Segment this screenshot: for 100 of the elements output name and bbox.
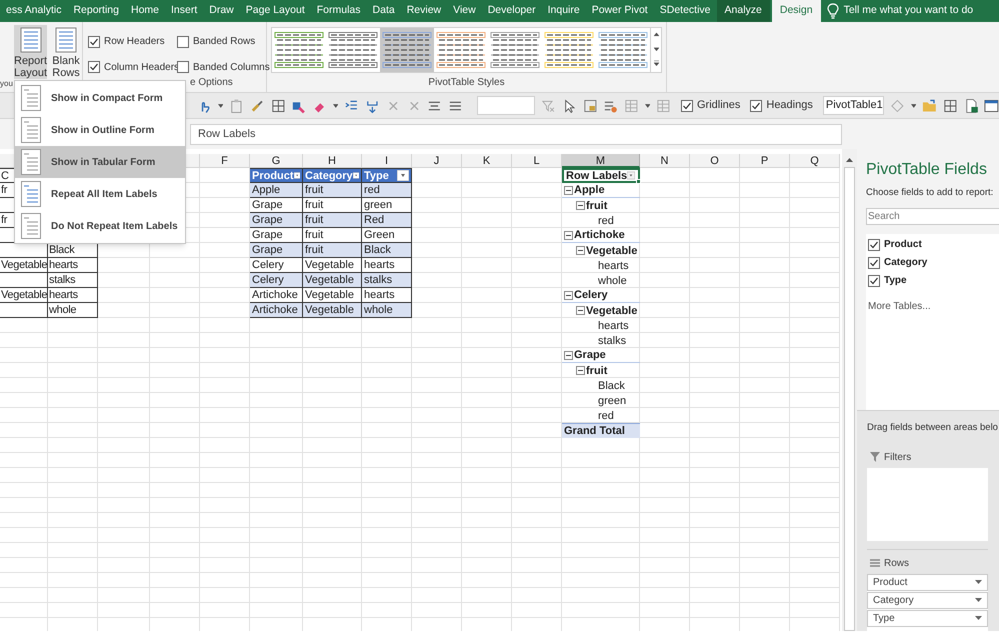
column-header[interactable]: P [740,154,790,168]
field-chip[interactable]: Product [867,574,988,590]
column-header[interactable]: G [250,154,303,168]
selected-cell[interactable]: Row Labels [562,168,640,183]
folder-icon[interactable] [922,98,937,114]
collapse-icon[interactable] [564,230,573,240]
collapse-icon[interactable] [564,350,573,360]
fill-handle[interactable] [636,179,641,184]
formula-bar[interactable]: Row Labels [190,124,842,144]
field-chip[interactable]: Category [867,592,988,608]
layout-icon [55,27,78,53]
ribbon-tab[interactable]: SDetective [654,0,717,22]
caret-icon[interactable] [332,104,338,108]
dropdown-button[interactable] [352,170,359,181]
column-header[interactable]: N [640,154,690,168]
spreadsheet-file-icon[interactable] [964,98,978,114]
ribbon-tab[interactable]: Review [400,0,448,22]
column-header[interactable]: M [562,154,640,168]
collapse-icon[interactable] [564,290,573,300]
caret-icon[interactable] [975,598,982,602]
ribbon-button[interactable]: Report Layout [14,25,48,79]
table-header-cell[interactable]: Product [250,168,303,183]
table-cell: whole [362,303,412,318]
ribbon-tab[interactable]: Developer [482,0,542,22]
checkbox[interactable] [750,100,762,112]
collapse-icon[interactable] [576,366,585,375]
dropdown-button[interactable] [397,170,409,181]
row-label: Celery [574,288,608,302]
checkbox[interactable] [680,100,693,112]
table-cell: Grape [250,198,303,213]
row-label: Grape [574,348,606,362]
column-header[interactable]: O [690,154,740,168]
checkbox[interactable] [868,238,880,251]
column-header[interactable]: J [412,154,462,168]
table-header-cell[interactable]: Type [362,168,412,183]
table-cell: whole [48,303,98,318]
ribbon-tab[interactable]: Draw [203,0,240,22]
ribbon-tab[interactable]: Design [772,0,821,22]
table-header-cell[interactable]: Category [303,168,362,183]
collapse-icon[interactable] [576,246,585,255]
caret-icon[interactable] [975,616,982,620]
input-field[interactable] [476,96,536,115]
ribbon-tab[interactable]: Page Layout [240,0,311,22]
ribbon-tab[interactable]: Inquire [542,0,586,22]
layout-icon [20,27,42,53]
checkbox[interactable] [868,256,880,269]
grid-icon[interactable] [270,98,286,114]
column-header[interactable]: K [462,154,512,168]
grid-icon[interactable] [942,98,958,114]
dropdown-button[interactable] [294,170,300,181]
column-header[interactable]: L [512,154,562,168]
menu-item[interactable]: Show in Outline Form [15,114,185,146]
name-field[interactable]: PivotTable1 [822,96,884,115]
table-cell [0,273,48,288]
ribbon-tab[interactable]: Analyze [716,0,770,22]
form-icon[interactable] [582,98,598,114]
checkbox[interactable] [177,36,189,48]
checkbox[interactable] [88,36,100,48]
table-cell: Black [48,243,98,258]
caret-icon[interactable] [218,104,224,108]
ribbon-tab[interactable]: View [447,0,482,22]
more-tables-link[interactable]: More Tables... [868,299,999,314]
collapse-icon[interactable] [576,306,585,315]
ribbon-tab[interactable]: Formulas [310,0,367,22]
ribbon-button[interactable]: Blank Rows [50,25,82,79]
panel-subtitle: Choose fields to add to report: [866,186,994,200]
ribbon-tab[interactable]: Power Pivot [586,0,654,22]
table-cell: Vegetable [303,288,362,303]
checkbox[interactable] [88,61,100,74]
column-header[interactable]: I [362,154,412,168]
style-thumbnail[interactable] [380,28,434,72]
clipboard-icon[interactable] [229,98,244,114]
table-cell: hearts [48,288,98,303]
ribbon-tab[interactable]: Data [366,0,401,22]
column-header[interactable]: F [200,154,250,168]
checkbox[interactable] [868,274,880,287]
dropdown-button[interactable] [627,170,635,181]
row-label: whole [598,274,627,288]
column-header[interactable]: H [303,154,362,168]
search-field[interactable]: Search [866,208,999,226]
ribbon-tab[interactable]: Reporting [67,0,125,22]
caret-icon[interactable] [644,104,650,108]
collapse-icon[interactable] [576,201,585,210]
menu-item[interactable]: Show in Compact Form [15,82,185,114]
caret-icon[interactable] [910,104,916,108]
ribbon-tab[interactable]: Insert [165,0,204,22]
tell-me-field[interactable]: Tell me what you want to do [822,0,978,22]
table-cell: Vegetable [303,258,362,273]
table-cell: Green [362,228,412,243]
field-chip[interactable]: Type [867,610,988,626]
menu-item[interactable]: Show in Tabular Form [15,146,185,178]
window-icon[interactable] [984,98,999,114]
column-header[interactable]: Q [790,154,840,168]
table-cell: hearts [362,288,412,303]
collapse-icon[interactable] [564,186,573,194]
ribbon-tab[interactable]: Home [124,0,165,22]
ribbon-tab[interactable]: ess Analytic [0,0,68,22]
row-label: Vegetable [586,304,638,318]
checkbox[interactable] [177,61,189,74]
caret-icon[interactable] [975,580,982,584]
